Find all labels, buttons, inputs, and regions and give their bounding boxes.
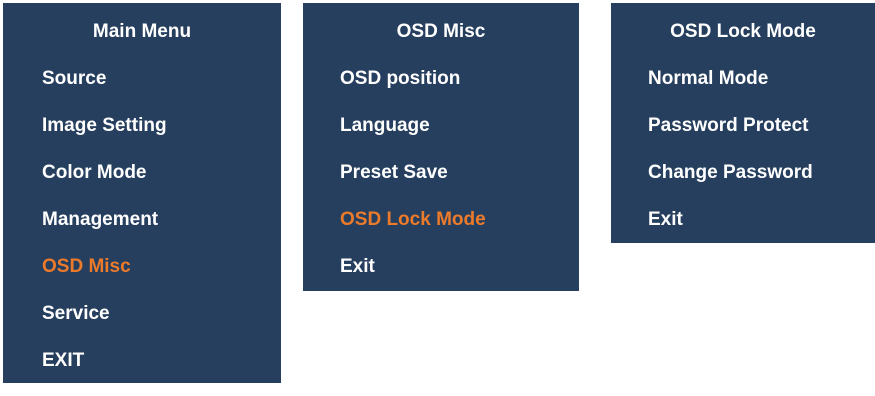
menu-item-service[interactable]: Service bbox=[42, 302, 281, 349]
menu-item-normal-mode[interactable]: Normal Mode bbox=[648, 67, 875, 114]
menu-item-osd-lock-mode[interactable]: OSD Lock Mode bbox=[340, 208, 579, 255]
menu-item-osd-misc[interactable]: OSD Misc bbox=[42, 255, 281, 302]
osd-lock-mode-panel: OSD Lock Mode Normal Mode Password Prote… bbox=[611, 3, 875, 243]
main-menu-panel: Main Menu Source Image Setting Color Mod… bbox=[3, 3, 281, 383]
menu-item-exit[interactable]: EXIT bbox=[42, 349, 281, 396]
menu-item-change-password[interactable]: Change Password bbox=[648, 161, 875, 208]
menu-item-exit[interactable]: Exit bbox=[340, 255, 579, 302]
menu-item-management[interactable]: Management bbox=[42, 208, 281, 255]
menu-item-color-mode[interactable]: Color Mode bbox=[42, 161, 281, 208]
osd-misc-panel: OSD Misc OSD position Language Preset Sa… bbox=[303, 3, 579, 291]
main-menu-title: Main Menu bbox=[92, 21, 192, 42]
menu-item-preset-save[interactable]: Preset Save bbox=[340, 161, 579, 208]
menu-item-exit[interactable]: Exit bbox=[648, 208, 875, 255]
menu-item-osd-position[interactable]: OSD position bbox=[340, 67, 579, 114]
osd-lock-mode-list: Normal Mode Password Protect Change Pass… bbox=[611, 67, 875, 255]
osd-misc-list: OSD position Language Preset Save OSD Lo… bbox=[303, 67, 579, 302]
osd-misc-title: OSD Misc bbox=[396, 21, 486, 42]
menu-item-image-setting[interactable]: Image Setting bbox=[42, 114, 281, 161]
main-menu-list: Source Image Setting Color Mode Manageme… bbox=[3, 67, 281, 396]
menu-item-password-protect[interactable]: Password Protect bbox=[648, 114, 875, 161]
menu-item-language[interactable]: Language bbox=[340, 114, 579, 161]
menu-item-source[interactable]: Source bbox=[42, 67, 281, 114]
osd-lock-mode-title: OSD Lock Mode bbox=[670, 21, 816, 42]
